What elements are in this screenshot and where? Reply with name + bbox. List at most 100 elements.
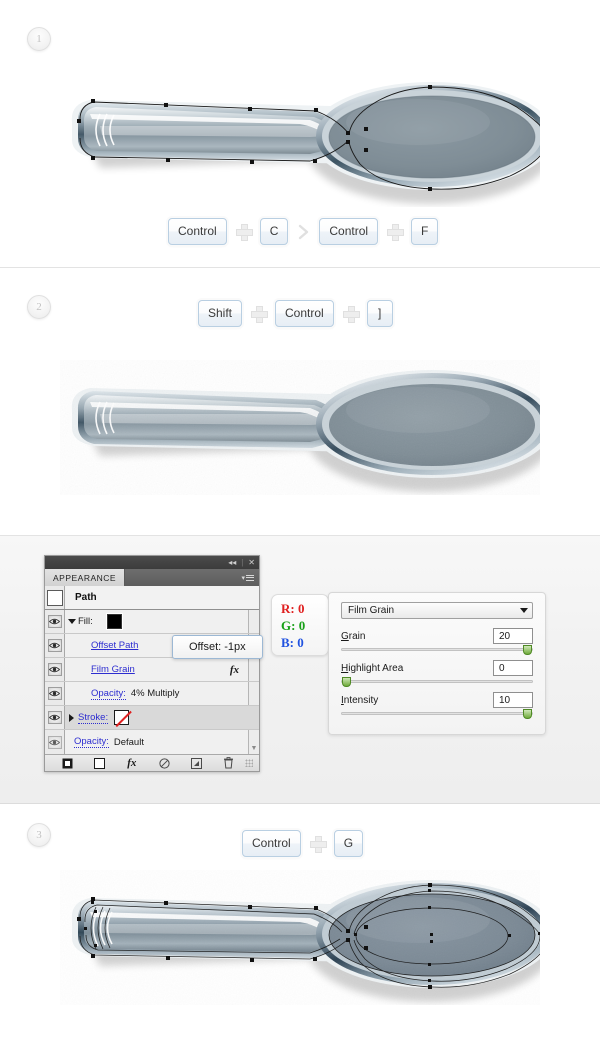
rgb-b-label: B: xyxy=(281,635,294,650)
shortcut-row-3: Control G xyxy=(242,830,364,857)
spoon-step-3-illustration xyxy=(60,870,554,1010)
disclosure-triangle-stroke[interactable] xyxy=(69,713,74,722)
panel-body: ▲ ▼ Path Fill: Offset xyxy=(45,586,259,754)
highlight-area-input[interactable]: 0 xyxy=(493,660,533,676)
appearance-panel: ◂◂ | ✕ APPEARANCE ▾ ▲ ▼ Path Fill xyxy=(44,555,260,772)
key-control[interactable]: Control xyxy=(242,830,301,857)
panel-titlebar: ◂◂ | ✕ xyxy=(45,556,259,569)
clear-appearance-button[interactable] xyxy=(148,755,180,771)
rgb-readout: R: 0 G: 0 B: 0 xyxy=(271,594,329,656)
offset-path-link[interactable]: Offset Path xyxy=(91,640,138,651)
trash-icon[interactable] xyxy=(213,755,245,771)
eye-icon xyxy=(47,615,62,628)
key-control-2[interactable]: Control xyxy=(319,218,379,245)
highlight-area-slider-group: Highlight Area 0 xyxy=(341,660,533,687)
eye-icon xyxy=(47,663,62,676)
titlebar-separator: | xyxy=(241,558,244,567)
highlight-area-slider-track[interactable] xyxy=(341,677,533,687)
intensity-slider-track[interactable] xyxy=(341,709,533,719)
step-badge-2: 2 xyxy=(27,295,51,319)
visibility-toggle-film-grain[interactable] xyxy=(45,658,65,681)
visibility-toggle-fill-opacity[interactable] xyxy=(45,682,65,705)
eye-icon xyxy=(47,735,62,749)
intensity-slider-knob[interactable] xyxy=(523,709,532,719)
rgb-b-value: 0 xyxy=(297,635,304,650)
plus-icon xyxy=(251,306,269,323)
highlight-area-slider-knob[interactable] xyxy=(342,677,351,687)
panel-menu-icon[interactable]: ▾ xyxy=(241,569,259,586)
plus-icon xyxy=(342,306,360,323)
appearance-row-object-opacity[interactable]: Opacity: Default xyxy=(45,730,259,754)
collapse-icon[interactable]: ◂◂ xyxy=(228,558,236,567)
eye-icon xyxy=(47,639,62,652)
grain-input[interactable]: 20 xyxy=(493,628,533,644)
fx-icon[interactable]: fx xyxy=(230,664,239,676)
visibility-toggle-stroke[interactable] xyxy=(45,706,65,729)
intensity-label: Intensity xyxy=(341,694,379,706)
stroke-label[interactable]: Stroke: xyxy=(78,712,109,724)
add-new-stroke-button[interactable] xyxy=(51,755,83,771)
visibility-toggle-offset-path[interactable] xyxy=(45,634,65,657)
eye-icon xyxy=(47,711,62,724)
chevron-right-icon xyxy=(297,224,310,240)
intensity-input[interactable]: 10 xyxy=(493,692,533,708)
key-control[interactable]: Control xyxy=(275,300,334,327)
rgb-g-label: G: xyxy=(281,618,296,633)
grain-slider-group: Grain 20 xyxy=(341,628,533,655)
grain-label: Grain xyxy=(341,630,366,642)
visibility-toggle-fill[interactable] xyxy=(45,610,65,633)
key-control[interactable]: Control xyxy=(168,218,227,245)
key-shift[interactable]: Shift xyxy=(198,300,243,327)
close-icon[interactable]: ✕ xyxy=(248,558,255,567)
rgb-r-value: 0 xyxy=(297,601,305,616)
tab-appearance[interactable]: APPEARANCE xyxy=(45,569,126,586)
appearance-row-film-grain[interactable]: Film Grain fx xyxy=(45,658,259,682)
step-badge-3: 3 xyxy=(27,823,51,847)
key-c[interactable]: C xyxy=(259,218,289,245)
step-1-section: 1 Control C Control F xyxy=(0,0,600,268)
add-new-effect-button[interactable]: fx xyxy=(116,755,148,771)
duplicate-item-button[interactable] xyxy=(180,755,212,771)
appearance-row-fill[interactable]: Fill: xyxy=(45,610,259,634)
film-grain-dialog: Film Grain Grain 20 Highlight Area 0 Int… xyxy=(328,592,546,735)
appearance-object-row[interactable]: Path xyxy=(45,586,259,610)
fill-opacity-value: 4% Multiply xyxy=(130,688,180,699)
highlight-area-label: Highlight Area xyxy=(341,662,404,674)
disclosure-triangle-fill[interactable] xyxy=(68,619,76,624)
fill-opacity-link[interactable]: Opacity: xyxy=(91,688,126,700)
fill-color-swatch[interactable] xyxy=(105,613,123,630)
chevron-down-icon xyxy=(520,608,528,613)
visibility-toggle-object-opacity[interactable] xyxy=(45,730,65,754)
key-g[interactable]: G xyxy=(333,830,364,857)
eye-icon xyxy=(47,687,62,700)
fill-label: Fill: xyxy=(78,616,93,627)
plus-icon xyxy=(309,836,327,853)
step-3-section: 3 Control G xyxy=(0,804,600,1064)
object-type-label: Path xyxy=(75,592,97,603)
intensity-slider-group: Intensity 10 xyxy=(341,692,533,719)
spoon-step-1-illustration xyxy=(60,72,554,212)
fx-icon: fx xyxy=(127,757,137,769)
appearance-row-stroke[interactable]: Stroke: xyxy=(45,706,259,730)
grain-slider-knob[interactable] xyxy=(523,645,532,655)
shortcut-row-2: Shift Control ] xyxy=(198,300,393,327)
panel-tab-bar: APPEARANCE ▾ xyxy=(45,569,259,586)
stroke-none-swatch[interactable] xyxy=(114,710,130,725)
offset-tooltip: Offset: -1px xyxy=(172,635,263,659)
effect-select-value: Film Grain xyxy=(348,605,395,616)
rgb-g-value: 0 xyxy=(298,618,306,633)
film-grain-link[interactable]: Film Grain xyxy=(91,664,135,675)
add-new-fill-button[interactable] xyxy=(83,755,115,771)
step-2-section: 2 Shift Control ] xyxy=(0,268,600,536)
key-f[interactable]: F xyxy=(411,218,439,245)
object-thumbnail xyxy=(45,586,65,609)
effect-select[interactable]: Film Grain xyxy=(341,602,533,619)
grain-slider-track[interactable] xyxy=(341,645,533,655)
object-opacity-link[interactable]: Opacity: xyxy=(74,736,109,748)
step-badge-1: 1 xyxy=(27,27,51,51)
rgb-r-label: R: xyxy=(281,601,295,616)
key-right-bracket[interactable]: ] xyxy=(366,300,393,327)
appearance-row-fill-opacity[interactable]: Opacity: 4% Multiply xyxy=(45,682,259,706)
object-opacity-value: Default xyxy=(113,736,144,748)
resize-grip[interactable] xyxy=(244,759,253,767)
